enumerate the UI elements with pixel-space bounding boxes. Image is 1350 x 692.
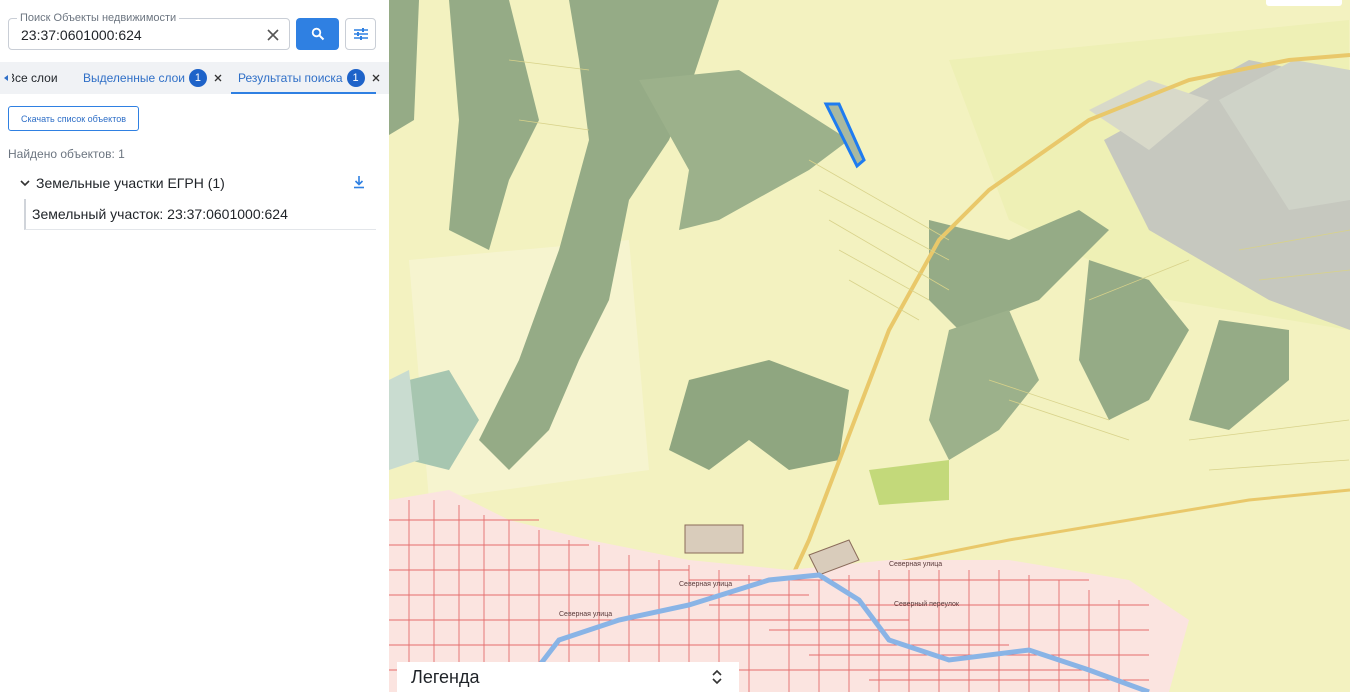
expand-collapse-icon[interactable] bbox=[711, 669, 723, 685]
tabs-bar: Все слои Выделенные слои 1 Результаты по… bbox=[0, 62, 389, 94]
search-field[interactable]: Поиск Объекты недвижимости 23:37:0601000… bbox=[8, 12, 290, 50]
street-label: Северная улица bbox=[679, 581, 732, 588]
street-label: Северная улица bbox=[559, 611, 612, 618]
search-icon bbox=[311, 27, 324, 41]
download-list-button[interactable]: Скачать список объектов bbox=[8, 106, 139, 131]
tab-selected-layers-label: Выделенные слои bbox=[83, 71, 185, 85]
street-label: Северная улица bbox=[889, 561, 942, 568]
result-group-header[interactable]: Земельные участки ЕГРН (1) bbox=[18, 172, 378, 194]
chevron-down-icon[interactable] bbox=[18, 176, 32, 190]
download-icon[interactable] bbox=[351, 174, 367, 190]
sliders-icon bbox=[353, 28, 368, 40]
tab-search-results-count: 1 bbox=[346, 69, 365, 87]
sidebar: Поиск Объекты недвижимости 23:37:0601000… bbox=[0, 0, 389, 692]
close-tab-selected-layers-button[interactable] bbox=[211, 71, 225, 85]
street-label: Северный переулок bbox=[894, 600, 960, 608]
map-view[interactable]: Северная улица Северная улица Северный п… bbox=[389, 0, 1350, 692]
tab-all-layers[interactable]: Все слои bbox=[0, 62, 58, 94]
map-canvas[interactable]: Северная улица Северная улица Северный п… bbox=[389, 0, 1350, 692]
legend-panel[interactable]: Легенда bbox=[397, 662, 739, 692]
search-button[interactable] bbox=[296, 18, 339, 50]
close-tab-search-results-button[interactable] bbox=[369, 71, 383, 85]
map-control-stub[interactable] bbox=[1266, 0, 1342, 6]
close-icon bbox=[267, 29, 279, 41]
tab-search-results-label: Результаты поиска bbox=[238, 71, 343, 85]
tab-all-layers-label: Все слои bbox=[7, 71, 58, 85]
close-icon bbox=[214, 74, 222, 82]
chevron-left-icon bbox=[4, 75, 8, 81]
found-count: Найдено объектов: 1 bbox=[8, 147, 125, 161]
close-icon bbox=[372, 74, 380, 82]
tab-search-results[interactable]: Результаты поиска 1 bbox=[238, 62, 383, 94]
tab-selected-layers-count: 1 bbox=[188, 69, 207, 87]
search-field-label: Поиск Объекты недвижимости bbox=[17, 12, 180, 24]
filter-settings-button[interactable] bbox=[345, 18, 376, 50]
search-input[interactable]: 23:37:0601000:624 bbox=[21, 27, 142, 43]
result-item[interactable]: Земельный участок: 23:37:0601000:624 bbox=[24, 199, 376, 230]
active-tab-indicator bbox=[231, 92, 376, 94]
result-group-title: Земельные участки ЕГРН (1) bbox=[36, 175, 225, 191]
clear-search-button[interactable] bbox=[261, 23, 285, 47]
legend-title: Легенда bbox=[411, 666, 480, 687]
tab-selected-layers[interactable]: Выделенные слои 1 bbox=[83, 62, 225, 94]
